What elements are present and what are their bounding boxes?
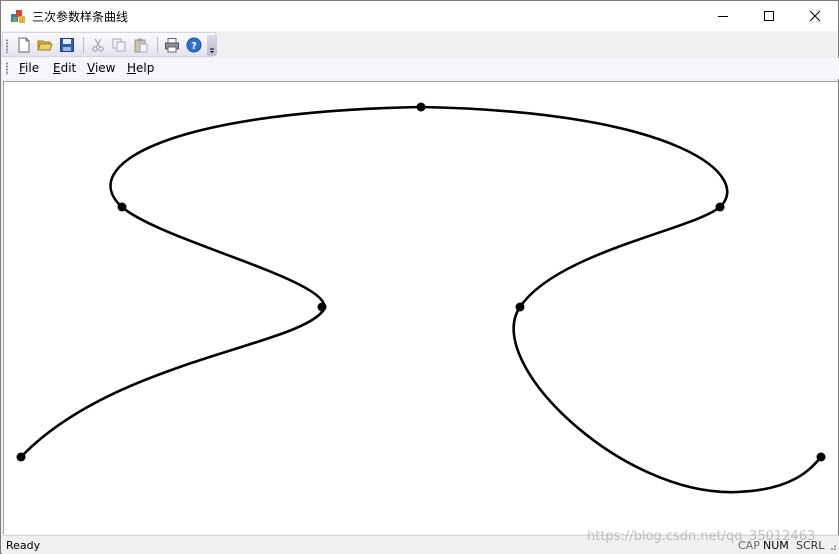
cut-icon — [92, 38, 104, 52]
copy-button[interactable] — [110, 36, 128, 54]
control-point-p1[interactable] — [117, 202, 127, 212]
maximize-icon — [764, 11, 774, 21]
close-button[interactable] — [792, 1, 838, 31]
control-point-p2[interactable] — [317, 302, 327, 312]
menu-view-label: iew — [94, 61, 116, 75]
window-title: 三次参数样条曲线 — [32, 10, 129, 24]
control-point-p4[interactable] — [715, 202, 725, 212]
menu-help[interactable]: Help — [127, 61, 154, 75]
menu-file[interactable]: File — [19, 61, 39, 75]
toolbar-separator — [157, 37, 158, 53]
help-button[interactable]: ? — [185, 36, 203, 54]
toolbar-grip[interactable] — [6, 39, 8, 53]
copy-icon — [112, 38, 126, 52]
menu-view[interactable]: View — [87, 61, 115, 75]
control-point-p6[interactable] — [816, 452, 826, 462]
save-button[interactable] — [58, 36, 76, 54]
app-window: 三次参数样条曲线 ? File Edit View Help Ready CAP… — [0, 0, 839, 554]
menu-bar: File Edit View Help — [2, 58, 839, 79]
drawing-canvas[interactable] — [3, 81, 838, 534]
menu-edit-mnemonic: E — [53, 61, 61, 75]
resize-grip-icon[interactable] — [827, 541, 837, 551]
toolbar-overflow-button[interactable] — [207, 35, 217, 56]
spline-drawing — [16, 102, 826, 494]
new-file-button[interactable] — [15, 36, 33, 54]
maximize-button[interactable] — [746, 1, 792, 31]
cubic-spline-curve — [19, 105, 823, 494]
cut-button[interactable] — [89, 36, 107, 54]
chevron-down-icon — [210, 48, 214, 53]
paste-button[interactable] — [132, 36, 150, 54]
toolbar-separator — [83, 37, 84, 53]
close-icon — [809, 10, 821, 22]
print-icon — [165, 38, 179, 53]
control-point-p3[interactable] — [416, 102, 426, 112]
menu-grip[interactable] — [6, 62, 8, 75]
open-button[interactable] — [36, 36, 54, 54]
save-icon — [60, 38, 74, 52]
minimize-button[interactable] — [700, 1, 746, 31]
menu-edit-label: dit — [60, 61, 77, 75]
control-point-p0[interactable] — [16, 452, 26, 462]
paste-icon — [134, 38, 148, 53]
svg-text:?: ? — [191, 41, 197, 52]
new-file-icon — [18, 37, 30, 53]
menu-view-mnemonic: V — [87, 61, 95, 75]
minimize-icon — [718, 16, 728, 17]
menu-help-label: elp — [136, 61, 155, 75]
status-text: Ready — [6, 539, 41, 552]
control-point-p5[interactable] — [515, 302, 525, 312]
menu-file-label: ile — [25, 61, 40, 75]
watermark: https://blog.csdn.net/qq_35012463 — [587, 529, 816, 544]
print-button[interactable] — [163, 36, 181, 54]
help-icon: ? — [186, 37, 202, 53]
menu-edit[interactable]: Edit — [53, 61, 76, 75]
menu-help-mnemonic: H — [127, 61, 137, 75]
standard-toolbar: ? — [2, 32, 217, 57]
open-folder-icon — [37, 40, 53, 51]
title-bar[interactable]: 三次参数样条曲线 — [1, 1, 838, 31]
app-icon[interactable] — [10, 8, 26, 24]
